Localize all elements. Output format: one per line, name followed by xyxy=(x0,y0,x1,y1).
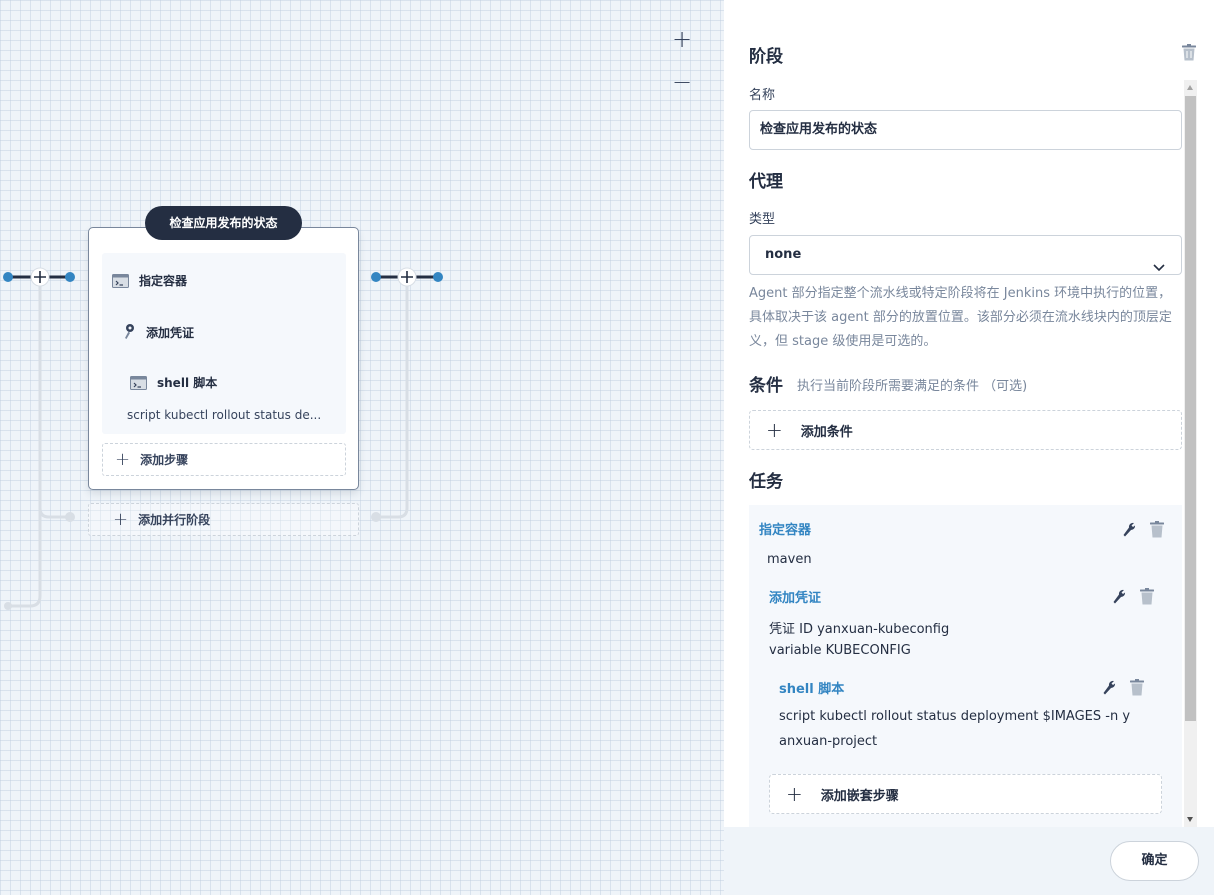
task-shell-script-line1: script kubectl rollout status deployment… xyxy=(779,709,1131,724)
agent-type-select[interactable]: none xyxy=(749,235,1182,275)
task-shell-script-line2: anxuan-project xyxy=(779,734,878,749)
agent-description: Agent 部分指定整个流水线或特定阶段将在 Jenkins 环境中执行的位置，… xyxy=(749,286,1172,349)
step-script-preview: script kubectl rollout status de... xyxy=(127,408,322,422)
left-parallel-line xyxy=(38,277,70,519)
branch-node xyxy=(65,512,75,522)
plus-icon: + xyxy=(113,508,129,530)
key-icon xyxy=(122,323,136,341)
tasks-section-title: 任务 xyxy=(749,472,783,492)
right-parallel-line xyxy=(376,277,409,519)
add-step-label: 添加步骤 xyxy=(140,453,189,467)
plus-icon: + xyxy=(115,448,131,470)
agent-type-value: none xyxy=(765,247,802,262)
pipeline-node xyxy=(371,272,381,282)
panel-footer: 确定 xyxy=(724,827,1214,895)
stage-title-badge[interactable]: 检查应用发布的状态 xyxy=(145,206,302,240)
trash-icon[interactable] xyxy=(1130,679,1144,700)
agent-section-title: 代理 xyxy=(749,172,783,192)
task-shell-actions xyxy=(1102,679,1144,700)
task-shell-title[interactable]: shell 脚本 xyxy=(779,678,844,697)
plus-icon: + xyxy=(766,418,783,442)
branch-node xyxy=(4,602,12,610)
panel-scrollbar[interactable] xyxy=(1184,80,1197,827)
pipeline-node xyxy=(65,272,75,282)
wrench-icon[interactable] xyxy=(1112,589,1126,609)
task-credential-variable: variable KUBECONFIG xyxy=(769,643,911,658)
step-shell[interactable]: shell 脚本 xyxy=(130,374,217,391)
task-credential-title[interactable]: 添加凭证 xyxy=(769,587,821,606)
name-input[interactable]: 检查应用发布的状态 xyxy=(749,110,1182,150)
task-container-value: maven xyxy=(767,552,812,567)
plus-icon: + xyxy=(786,782,803,806)
add-nested-step-button[interactable]: + 添加嵌套步骤 xyxy=(769,774,1162,814)
wrench-icon[interactable] xyxy=(1122,522,1136,542)
pipeline-node xyxy=(3,272,13,282)
add-nested-label: 添加嵌套步骤 xyxy=(820,788,899,804)
name-label: 名称 xyxy=(749,88,776,103)
task-container-actions xyxy=(1122,521,1164,542)
left-branch-line xyxy=(6,277,42,608)
terminal-icon xyxy=(112,273,129,288)
type-label: 类型 xyxy=(749,212,776,227)
confirm-button[interactable]: 确定 xyxy=(1110,841,1199,881)
stage-card[interactable]: 指定容器 添加凭证 shell 脚本 script kubectl rollou… xyxy=(88,227,359,490)
panel-content[interactable]: 阶段 名称 检查应用发布的状态 代理 类型 none Agent 部分指定整个流… xyxy=(724,0,1214,827)
step-label: 指定容器 xyxy=(139,274,188,288)
step-label: shell 脚本 xyxy=(157,376,218,390)
add-step-button[interactable]: + 添加步骤 xyxy=(102,443,346,476)
add-parallel-stage-button[interactable]: + 添加并行阶段 xyxy=(88,503,359,536)
trash-icon[interactable] xyxy=(1150,521,1164,542)
scroll-up-icon[interactable] xyxy=(1187,85,1193,90)
step-container[interactable]: 指定容器 xyxy=(112,272,187,289)
branch-node xyxy=(371,512,381,522)
scroll-down-icon[interactable] xyxy=(1187,817,1193,822)
pipeline-node xyxy=(433,272,443,282)
condition-section-title: 条件 xyxy=(749,376,783,396)
step-credential[interactable]: 添加凭证 xyxy=(122,323,194,341)
trash-icon[interactable] xyxy=(1140,588,1154,609)
wrench-icon[interactable] xyxy=(1102,680,1116,700)
scrollbar-thumb[interactable] xyxy=(1185,96,1196,721)
task-credential-actions xyxy=(1112,588,1154,609)
stage-settings-panel: 阶段 名称 检查应用发布的状态 代理 类型 none Agent 部分指定整个流… xyxy=(724,0,1214,895)
delete-stage-icon[interactable] xyxy=(1182,44,1196,65)
add-parallel-label: 添加并行阶段 xyxy=(138,513,211,527)
steps-list: 指定容器 添加凭证 shell 脚本 script kubectl rollou… xyxy=(102,253,346,434)
task-credential-id: 凭证 ID yanxuan-kubeconfig xyxy=(769,622,950,637)
task-container-title[interactable]: 指定容器 xyxy=(759,519,811,538)
pipeline-canvas[interactable]: + − 检查应用发布的状态 指定容器 添加凭证 shell 脚本 script … xyxy=(0,0,724,895)
step-label: 添加凭证 xyxy=(146,325,195,340)
terminal-icon xyxy=(130,375,147,390)
add-condition-label: 添加条件 xyxy=(800,424,853,440)
condition-hint: 执行当前阶段所需要满足的条件 （可选) xyxy=(797,379,1028,394)
add-condition-button[interactable]: + 添加条件 xyxy=(749,410,1182,450)
stage-section-title: 阶段 xyxy=(749,47,783,67)
